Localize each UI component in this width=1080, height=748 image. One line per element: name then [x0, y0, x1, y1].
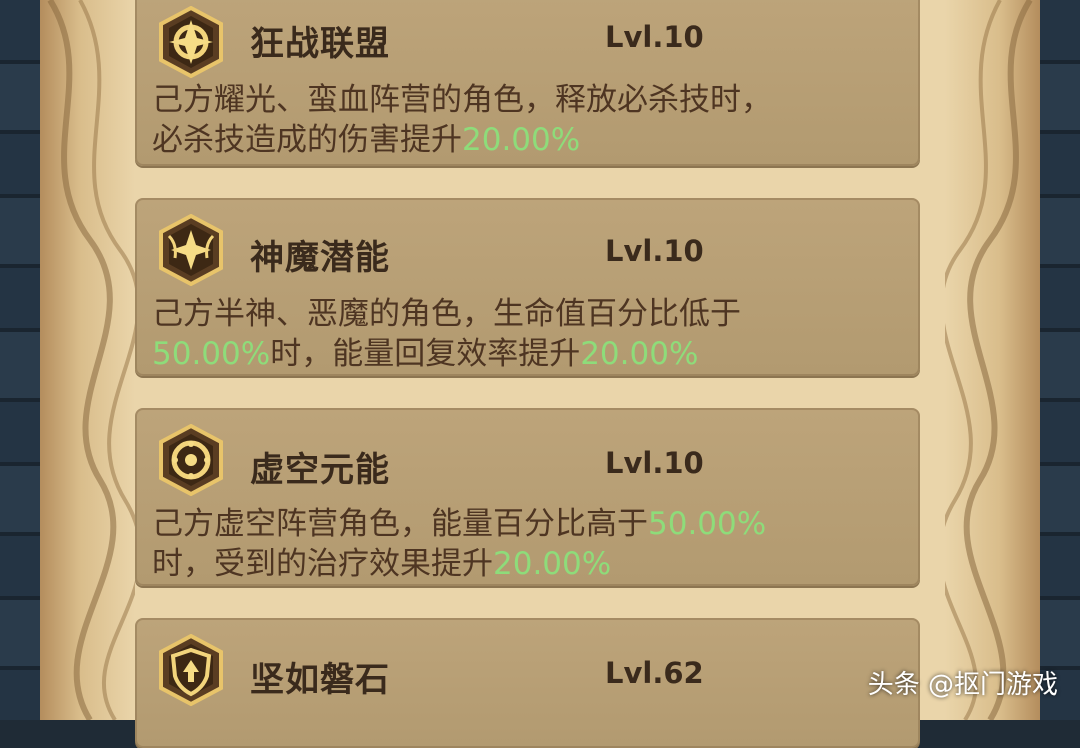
desc-value: 50.00% — [152, 336, 271, 372]
void-orb-icon — [159, 424, 223, 496]
card-level: Lvl.10 — [605, 446, 704, 480]
left-ornament — [47, 0, 135, 720]
rage-crest-icon — [159, 6, 223, 78]
card-description: 己方虚空阵营角色，能量百分比高于50.00% 时，受到的治疗效果提升20.00% — [152, 504, 912, 584]
bond-card[interactable]: 狂战联盟 Lvl.10 己方耀光、蛮血阵营的角色，释放必杀技时， 必杀技造成的伤… — [135, 0, 920, 166]
desc-value: 50.00% — [648, 506, 767, 542]
desc-value: 20.00% — [493, 546, 612, 582]
shield-arrow-icon — [159, 634, 223, 706]
desc-text: 己方半神、恶魔的角色，生命值百分比低于 — [152, 296, 741, 332]
desc-value: 20.00% — [580, 336, 699, 372]
card-title: 狂战联盟 — [250, 24, 390, 64]
card-level: Lvl.62 — [605, 656, 704, 690]
bond-card[interactable]: 虚空元能 Lvl.10 己方虚空阵营角色，能量百分比高于50.00% 时，受到的… — [135, 408, 920, 586]
card-description: 己方半神、恶魔的角色，生命值百分比低于 50.00%时，能量回复效率提升20.0… — [152, 294, 912, 374]
card-level: Lvl.10 — [605, 234, 704, 268]
desc-text: 必杀技造成的伤害提升 — [152, 122, 462, 158]
card-level: Lvl.10 — [605, 20, 704, 54]
right-ornament — [945, 0, 1033, 720]
watermark: 头条 @抠门游戏 — [867, 670, 1058, 700]
bond-card[interactable]: 坚如磐石 Lvl.62 — [135, 618, 920, 748]
card-title: 坚如磐石 — [250, 660, 390, 700]
bond-card[interactable]: 神魔潜能 Lvl.10 己方半神、恶魔的角色，生命值百分比低于 50.00%时，… — [135, 198, 920, 376]
card-description: 己方耀光、蛮血阵营的角色，释放必杀技时， 必杀技造成的伤害提升20.00% — [152, 80, 912, 160]
desc-text: 时，能量回复效率提升 — [270, 336, 581, 372]
desc-text: 己方虚空阵营角色，能量百分比高于 — [152, 506, 648, 542]
card-title: 神魔潜能 — [250, 238, 390, 278]
desc-text: 时，受到的治疗效果提升 — [152, 546, 493, 582]
desc-value: 20.00% — [462, 122, 581, 158]
card-title: 虚空元能 — [250, 450, 390, 490]
desc-text: 己方耀光、蛮血阵营的角色，释放必杀技时， — [152, 82, 772, 118]
wing-star-icon — [159, 214, 223, 286]
